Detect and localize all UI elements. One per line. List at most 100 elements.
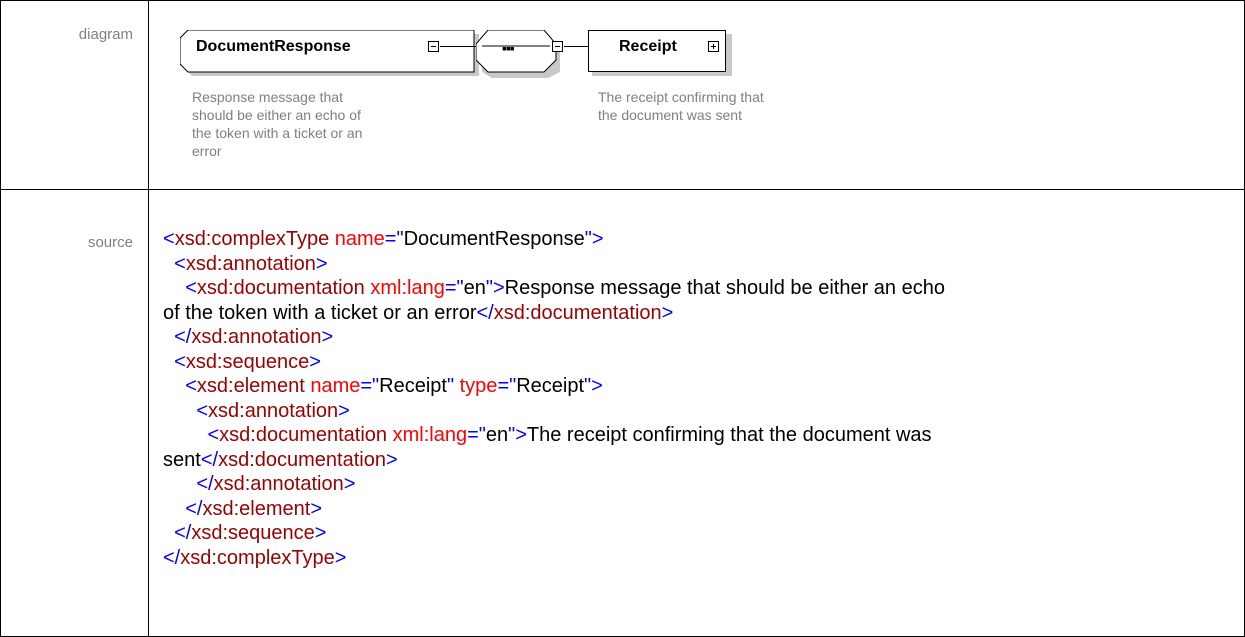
source-token: > [661, 301, 674, 324]
source-line: </xsd:element> [163, 497, 1223, 522]
source-token: > [343, 473, 356, 495]
source-token [163, 424, 207, 446]
source-token: xsd:sequence [185, 350, 310, 373]
source-token [163, 375, 185, 397]
source-token: name [334, 228, 385, 250]
source-token: Response message that should be either a… [504, 277, 945, 299]
expand-child-icon[interactable] [708, 41, 719, 52]
source-token: xsd:documentation [493, 301, 662, 324]
source-token: xsd:sequence [191, 522, 315, 544]
source-token: > [309, 350, 321, 373]
sequence-icon: ▪▪▪ [502, 40, 515, 56]
source-token: < [207, 424, 220, 446]
source-token [163, 277, 185, 299]
source-token: </ [476, 301, 494, 324]
source-token: </ [200, 448, 219, 471]
source-line: </xsd:annotation> [163, 472, 1223, 497]
source-token: =" [360, 375, 380, 397]
row-divider [0, 189, 1245, 190]
source-token: =" [467, 424, 486, 446]
source-token [163, 498, 185, 520]
source-token: < [185, 277, 197, 299]
source-token: </ [174, 522, 192, 544]
source-token [163, 351, 174, 373]
schema-diagram: DocumentResponse ▪▪▪ Receipt Response me… [150, 0, 1244, 188]
child-annotation: The receipt confirming that the document… [598, 88, 764, 124]
source-token: "> [584, 228, 604, 250]
source-token: name [310, 375, 361, 397]
source-line: <xsd:annotation> [163, 252, 1223, 277]
sequence-compositor-shape [476, 30, 560, 78]
source-token: =" [384, 228, 404, 250]
source-token: < [174, 350, 186, 373]
annotation-line: Response message that [192, 89, 343, 105]
source-token: > [334, 546, 347, 569]
source-token [163, 473, 196, 495]
source-token: < [185, 375, 197, 397]
source-token: xsd:documentation [196, 277, 365, 299]
source-token: xml:lang [392, 424, 468, 446]
source-token: xsd:annotation [213, 473, 344, 495]
source-token: </ [185, 497, 203, 520]
source-token: > [321, 326, 334, 348]
source-line: <xsd:annotation> [163, 399, 1223, 424]
source-token: "> [485, 277, 505, 299]
xsd-source-code: <xsd:complexType name="DocumentResponse"… [163, 227, 1223, 570]
source-token: > [314, 522, 327, 544]
source-token: </ [196, 473, 214, 495]
source-token: xsd:element [196, 375, 305, 397]
source-token: en [463, 277, 486, 299]
source-line: </xsd:sequence> [163, 521, 1223, 546]
child-element-label: Receipt [619, 38, 677, 55]
source-token: sent [163, 448, 201, 471]
source-line: <xsd:documentation xml:lang="en">The rec… [163, 423, 1223, 448]
source-token: The receipt confirming that the document… [526, 424, 932, 446]
source-line: <xsd:sequence> [163, 350, 1223, 375]
root-annotation: Response message that should be either a… [192, 88, 362, 160]
source-token: xsd:complexType [174, 228, 330, 250]
source-token: xsd:documentation [218, 448, 386, 471]
source-line: of the token with a ticket or an error</… [163, 301, 1223, 326]
collapse-root-icon[interactable] [428, 41, 439, 52]
source-token: </ [174, 326, 192, 348]
source-token: xsd:annotation [208, 399, 339, 422]
connector-line-2 [564, 46, 588, 47]
source-token: xsd:documentation [219, 424, 388, 446]
source-token [163, 253, 174, 275]
source-token: xsd:annotation [191, 326, 322, 348]
source-line: <xsd:complexType name="DocumentResponse"… [163, 227, 1223, 252]
source-line: </xsd:complexType> [163, 546, 1223, 571]
source-token: < [163, 228, 175, 250]
diagram-row-label: diagram [78, 26, 133, 43]
collapse-sequence-icon[interactable] [552, 41, 563, 52]
source-token [163, 326, 174, 348]
source-token: of the token with a ticket or an error [163, 301, 477, 324]
source-token: </ [163, 546, 181, 569]
source-token: =" [497, 375, 517, 397]
source-token: xsd:annotation [185, 252, 316, 275]
source-token: en [485, 424, 509, 446]
source-token: > [315, 252, 328, 275]
source-token: > [385, 448, 398, 471]
source-token: < [174, 252, 186, 275]
source-token: > [338, 399, 350, 422]
source-token: Receipt [516, 375, 585, 397]
source-token: xml:lang [370, 277, 445, 299]
source-token: < [196, 399, 209, 422]
column-divider [148, 0, 149, 637]
source-token: "> [584, 375, 603, 397]
annotation-line: should be either an echo of [192, 107, 361, 123]
source-line: sent</xsd:documentation> [163, 448, 1223, 473]
source-token: " [446, 375, 455, 397]
annotation-line: the document was sent [598, 107, 742, 123]
annotation-line: The receipt confirming that [598, 89, 764, 105]
source-token [163, 522, 174, 544]
source-token: "> [508, 424, 527, 446]
source-row-label: source [87, 234, 133, 251]
source-token: xsd:complexType [180, 546, 335, 569]
connector-line [440, 46, 478, 47]
source-token: DocumentResponse [403, 228, 585, 250]
annotation-line: error [192, 143, 222, 159]
root-element-label: DocumentResponse [196, 38, 351, 55]
annotation-line: the token with a ticket or an [192, 125, 363, 141]
